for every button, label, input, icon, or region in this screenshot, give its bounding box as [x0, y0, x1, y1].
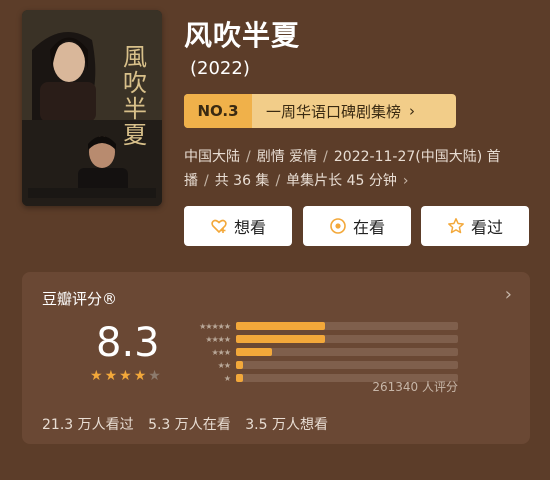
distribution-bar-fill — [236, 322, 325, 330]
rank-list-name: 一周华语口碑剧集榜 — [266, 102, 402, 121]
rating-star-icon: ★ — [133, 368, 147, 384]
distribution-bar-fill — [236, 374, 243, 382]
meta-region: 中国大陆 — [184, 149, 240, 165]
target-circle-icon — [329, 217, 347, 235]
rating-star-icon: ★ — [104, 368, 118, 384]
distribution-stars-label: ★★★★ — [205, 334, 231, 344]
stat-watched: 21.3 万人看过 — [42, 417, 134, 433]
page-title: 风吹半夏 — [184, 19, 301, 52]
meta-separator: / — [246, 149, 251, 165]
chevron-right-icon[interactable]: › — [505, 284, 512, 305]
meta-release-cont: 播 — [184, 173, 198, 189]
distribution-stars-label: ★ — [223, 373, 231, 383]
rating-star-icon: ★ — [90, 368, 103, 384]
meta-genres: 剧情 爱情 — [256, 149, 318, 165]
rating-stars: ★ ★ ★ ★ ★ — [90, 368, 161, 384]
rating-header: 豆瓣评分® — [42, 290, 118, 308]
watched-label: 看过 — [470, 218, 503, 237]
meta-separator: / — [275, 173, 281, 189]
distribution-row: ★★★★★ — [180, 320, 458, 332]
poster-title-art: 風吹半夏 — [123, 43, 147, 149]
distribution-row: ★★★★ — [180, 333, 458, 345]
meta-duration: 单集片长 45 分钟 — [286, 173, 397, 189]
ranking-banner[interactable]: NO.3 一周华语口碑剧集榜 › — [184, 94, 456, 128]
watched-button[interactable]: 看过 — [421, 206, 529, 246]
star-outline-icon — [447, 217, 465, 235]
poster-image[interactable]: 風吹半夏 — [22, 10, 162, 206]
distribution-stars-label: ★★★★★ — [199, 321, 231, 331]
rating-star-icon: ★ — [119, 368, 132, 384]
rating-star-icon: ★ — [148, 368, 161, 384]
want-to-watch-label: 想看 — [233, 218, 266, 237]
audience-stats: 21.3 万人看过 5.3 万人在看 3.5 万人想看 — [42, 414, 338, 434]
meta-separator: / — [204, 173, 209, 189]
release-year: (2022) — [190, 58, 250, 79]
heart-plus-icon — [210, 217, 228, 235]
meta-separator: / — [323, 149, 328, 165]
meta-episodes: 共 36 集 — [214, 173, 270, 189]
distribution-bar-fill — [236, 348, 272, 356]
meta-release: 2022-11-27(中国大陆) 首 — [333, 149, 501, 165]
distribution-stars-label: ★★★ — [211, 347, 231, 357]
rating-count: 261340 人评分 — [372, 380, 458, 394]
chevron-right-icon: › — [409, 102, 416, 120]
stat-watching: 5.3 万人在看 — [148, 417, 231, 433]
watching-button[interactable]: 在看 — [303, 206, 411, 246]
rating-card[interactable]: 豆瓣评分® › 8.3 ★ ★ ★ ★ ★ ★★★★★ ★★★★ ★★★ ★★ ★ 261340… — [22, 272, 530, 444]
rating-distribution: ★★★★★ ★★★★ ★★★ ★★ ★ — [180, 320, 458, 385]
distribution-bar-track — [236, 322, 458, 330]
distribution-bar-fill — [236, 361, 243, 369]
stat-want: 3.5 万人想看 — [245, 417, 328, 433]
distribution-row: ★★★ — [180, 346, 458, 358]
rank-number-badge: NO.3 — [184, 94, 252, 128]
watching-label: 在看 — [352, 218, 385, 237]
distribution-bar-track — [236, 348, 458, 356]
distribution-bar-fill — [236, 335, 325, 343]
movie-meta[interactable]: 中国大陆 / 剧情 爱情 / 2022-11-27(中国大陆) 首 播 / 共 36 集 / 单… — [184, 145, 540, 193]
rating-score: 8.3 — [96, 320, 160, 366]
chevron-right-icon: › — [402, 173, 409, 189]
distribution-row: ★★ — [180, 359, 458, 371]
want-to-watch-button[interactable]: 想看 — [184, 206, 292, 246]
distribution-stars-label: ★★ — [217, 360, 231, 370]
distribution-bar-track — [236, 335, 458, 343]
distribution-bar-track — [236, 361, 458, 369]
